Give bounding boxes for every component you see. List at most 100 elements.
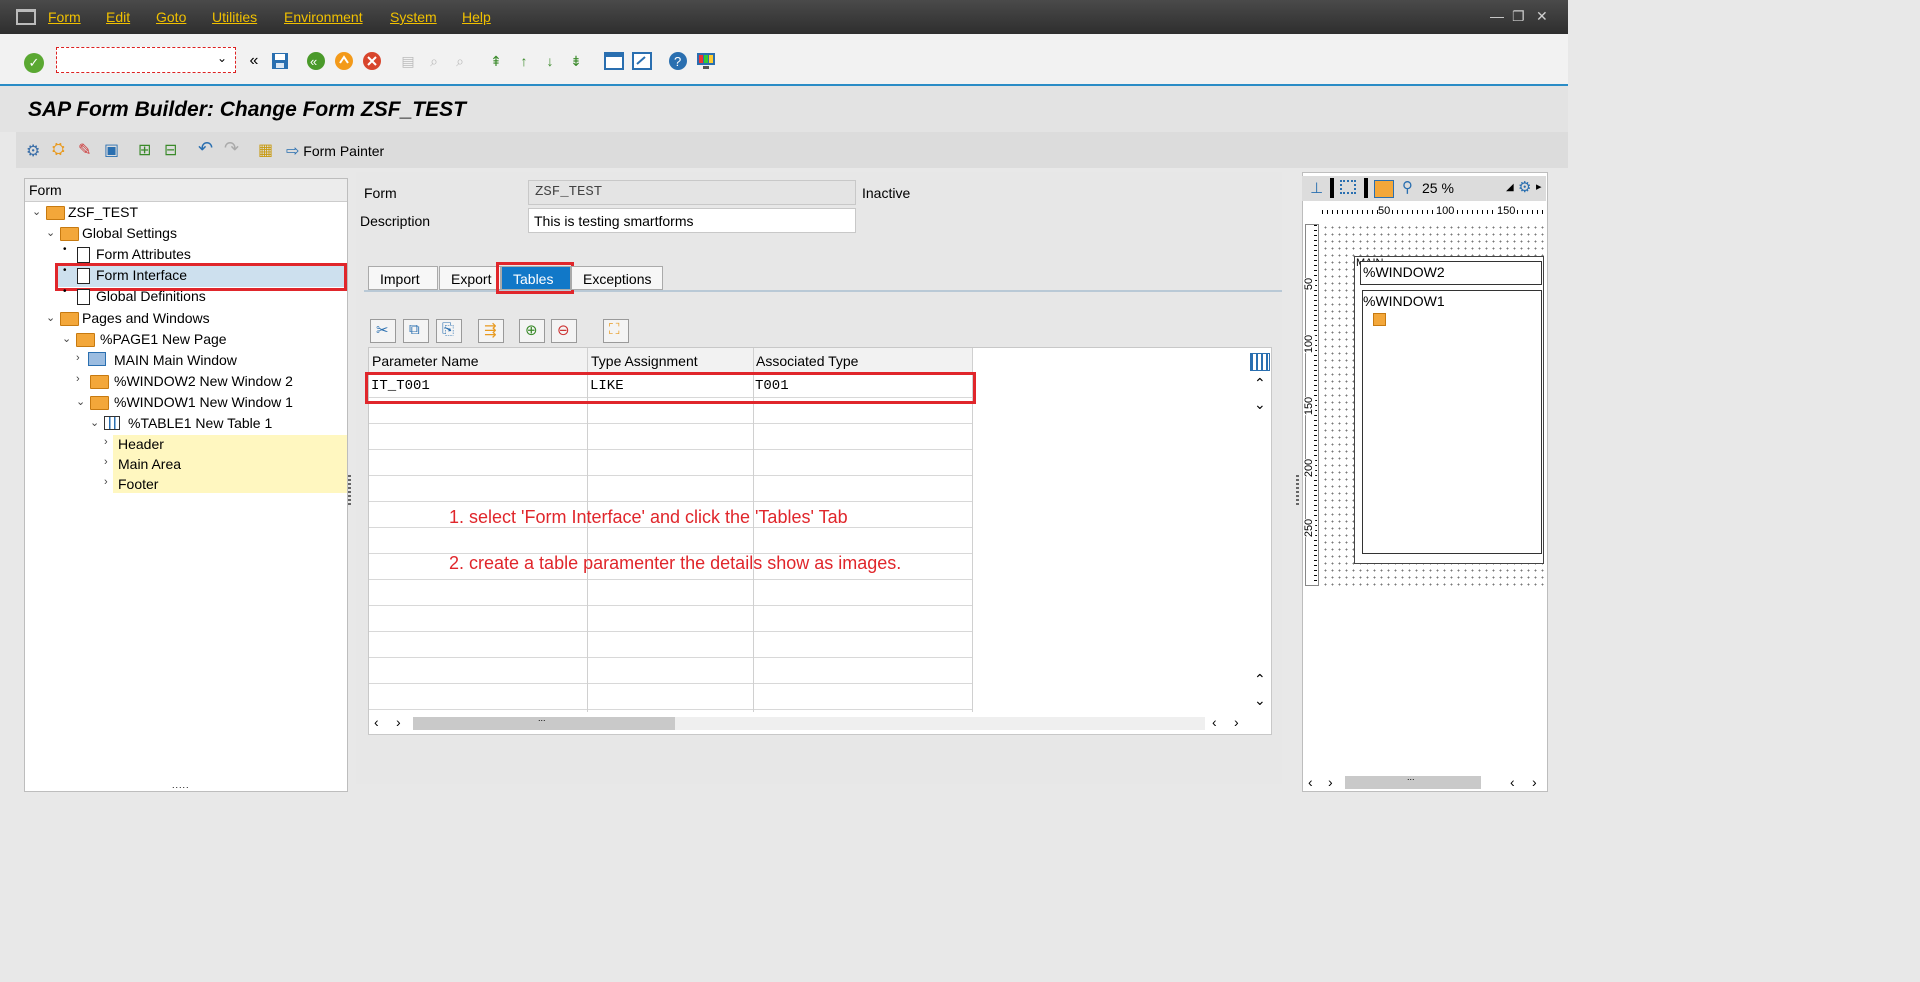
chevron-right-icon[interactable]: ›: [76, 373, 80, 385]
expand-icon[interactable]: ⊞: [138, 140, 151, 160]
tree-item-header[interactable]: Header: [118, 434, 164, 454]
close-icon[interactable]: ✕: [1536, 8, 1548, 25]
splitter-handle[interactable]: [348, 475, 351, 505]
hierarchy-button[interactable]: ⛶: [603, 319, 629, 343]
tree-item-main-window[interactable]: MAIN Main Window: [114, 350, 237, 370]
menu-form[interactable]: Form: [48, 9, 81, 25]
scroll-up-icon[interactable]: ⌃: [1254, 671, 1266, 688]
tree-item-form-attributes[interactable]: Form Attributes: [96, 244, 191, 264]
previous-page-icon[interactable]: ↑: [514, 51, 534, 71]
tree-item-pages-and-windows[interactable]: Pages and Windows: [82, 308, 210, 328]
next-page-icon[interactable]: ↓: [540, 51, 560, 71]
column-header-type-assignment[interactable]: Type Assignment: [591, 353, 698, 369]
tree-item-window1[interactable]: %WINDOW1 New Window 1: [114, 392, 293, 412]
form-checker-icon[interactable]: ⛭: [52, 141, 65, 159]
paste-button[interactable]: ⎘: [436, 319, 462, 343]
chevron-down-icon[interactable]: ⌄: [90, 416, 99, 429]
menu-system[interactable]: System: [390, 9, 437, 25]
window1-frame[interactable]: %WINDOW1: [1362, 290, 1542, 554]
scroll-left-icon[interactable]: ‹: [374, 714, 379, 730]
enter-icon[interactable]: ✓: [24, 53, 44, 73]
scroll-down-icon[interactable]: ⌄: [1254, 396, 1266, 413]
tree-item-page1[interactable]: %PAGE1 New Page: [100, 329, 227, 349]
last-page-icon[interactable]: ⇟: [566, 51, 586, 71]
tree-item-footer[interactable]: Footer: [118, 474, 158, 494]
window-list-icon[interactable]: [1374, 180, 1394, 198]
command-field[interactable]: ⌄: [56, 47, 236, 73]
dropdown-chevron-icon[interactable]: ⌄: [217, 51, 227, 65]
tree-item-window2[interactable]: %WINDOW2 New Window 2: [114, 371, 293, 391]
tab-exceptions[interactable]: Exceptions: [571, 266, 663, 290]
menu-goto[interactable]: Goto: [156, 9, 186, 25]
select-frame-icon[interactable]: [1340, 180, 1356, 194]
tree-item-form-interface[interactable]: Form Interface: [96, 265, 187, 285]
chevron-right-icon[interactable]: ›: [76, 352, 80, 364]
scroll-right-icon[interactable]: ›: [1234, 714, 1239, 730]
menu-utilities[interactable]: Utilities: [212, 9, 257, 25]
column-header-associated-type[interactable]: Associated Type: [756, 353, 858, 369]
scroll-down-icon[interactable]: ⌄: [1254, 692, 1266, 709]
horizontal-scrollbar-thumb[interactable]: ...: [413, 713, 675, 730]
scroll-right-icon[interactable]: ›: [1532, 774, 1537, 790]
splitter-handle[interactable]: [1296, 475, 1299, 505]
scroll-up-icon[interactable]: ⌃: [1254, 375, 1266, 392]
save-icon[interactable]: [270, 51, 290, 71]
type-button[interactable]: ⇶: [478, 319, 504, 343]
scroll-left-icon[interactable]: ‹: [1308, 774, 1313, 790]
cancel-icon[interactable]: [362, 51, 382, 71]
tree-item-global-settings[interactable]: Global Settings: [82, 223, 177, 243]
form-painter-button[interactable]: ⇨ Form Painter: [286, 141, 384, 161]
menu-icon[interactable]: [16, 9, 36, 25]
collapse-icon[interactable]: «: [244, 51, 264, 71]
tree-item-table1[interactable]: %TABLE1 New Table 1: [128, 413, 272, 433]
chevron-right-icon[interactable]: ›: [104, 436, 108, 448]
menu-edit[interactable]: Edit: [106, 9, 130, 25]
zoom-icon[interactable]: ⚲: [1402, 178, 1413, 196]
chevron-down-icon[interactable]: ⌄: [46, 311, 55, 324]
tab-export[interactable]: Export: [439, 266, 501, 290]
table-painter-icon[interactable]: ▦: [258, 140, 273, 160]
settings-icon[interactable]: ⚙: [1518, 178, 1531, 196]
first-page-icon[interactable]: ⇞: [486, 51, 506, 71]
minimize-icon[interactable]: —: [1490, 8, 1504, 24]
scroll-right-icon[interactable]: ›: [396, 714, 401, 730]
description-field[interactable]: This is testing smartforms: [528, 208, 856, 233]
restore-icon[interactable]: ❐: [1512, 8, 1525, 25]
exit-icon[interactable]: [334, 51, 354, 71]
chevron-down-icon[interactable]: ⌄: [46, 226, 55, 239]
menu-help[interactable]: Help: [462, 9, 491, 25]
delete-row-button[interactable]: ⊖: [551, 319, 577, 343]
scroll-right-icon[interactable]: ›: [1328, 774, 1333, 790]
scroll-left-icon[interactable]: ‹: [1212, 714, 1217, 730]
new-session-icon[interactable]: [604, 51, 624, 71]
help-icon[interactable]: ?: [668, 51, 688, 71]
tree-item-global-definitions[interactable]: Global Definitions: [96, 286, 206, 306]
chevron-down-icon[interactable]: ⌄: [62, 332, 71, 345]
more-icon[interactable]: ▸: [1536, 180, 1542, 193]
zoom-dropdown-icon[interactable]: ◢: [1506, 182, 1514, 193]
menu-environment[interactable]: Environment: [284, 9, 363, 25]
painter-scrollbar-thumb[interactable]: ...: [1345, 772, 1481, 789]
chevron-right-icon[interactable]: ›: [104, 456, 108, 468]
collapse-tree-icon[interactable]: ⊟: [164, 140, 177, 160]
scroll-left-icon[interactable]: ‹: [1510, 774, 1515, 790]
chevron-down-icon[interactable]: ⌄: [32, 205, 41, 218]
chevron-right-icon[interactable]: ›: [104, 476, 108, 488]
tree-item-main-area[interactable]: Main Area: [118, 454, 181, 474]
window2-frame[interactable]: %WINDOW2: [1360, 261, 1542, 285]
copy-button[interactable]: ⧉: [403, 319, 429, 343]
cut-button[interactable]: ✂: [370, 319, 396, 343]
shortcut-icon[interactable]: [632, 51, 652, 71]
zoom-field[interactable]: 25 %: [1422, 180, 1454, 196]
test-icon[interactable]: ✎: [78, 140, 91, 160]
column-layout-icon[interactable]: [1250, 353, 1270, 371]
back-icon[interactable]: «: [306, 51, 326, 71]
activate-icon[interactable]: ▣: [104, 140, 119, 160]
tab-import[interactable]: Import: [368, 266, 438, 290]
undo-icon[interactable]: ↶: [198, 138, 213, 159]
column-header-parameter-name[interactable]: Parameter Name: [372, 353, 479, 369]
tree-item-zsf-test[interactable]: ZSF_TEST: [68, 202, 138, 222]
chevron-down-icon[interactable]: ⌄: [76, 395, 85, 408]
insert-row-button[interactable]: ⊕: [519, 319, 545, 343]
tree-resize-handle[interactable]: .....: [172, 780, 190, 790]
